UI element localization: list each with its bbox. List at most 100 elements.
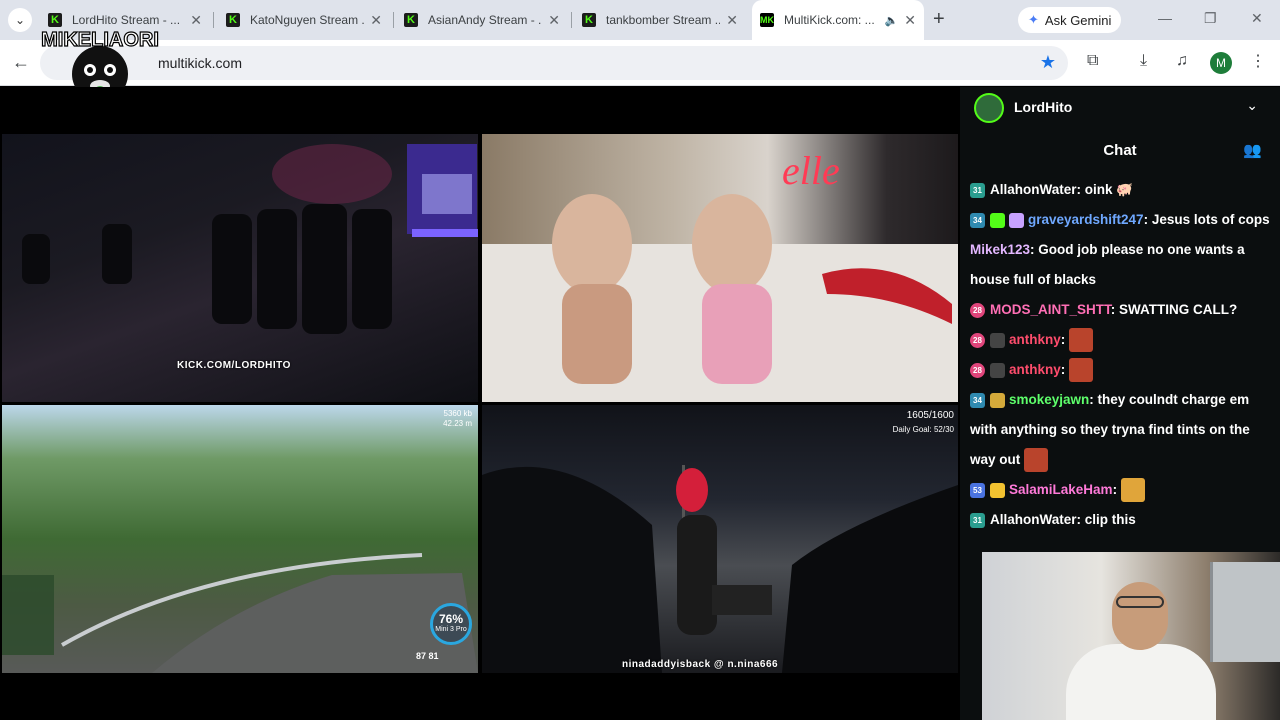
chat-text: oink [1084,182,1113,197]
gift-badge-icon [1009,212,1024,228]
stream-asianandy[interactable]: 5360 kb 42.23 m 76% Mini 3 Pro 87 81 [2,405,478,673]
user-badge-icon [990,392,1005,408]
kick-favicon-icon: K [404,13,418,27]
chat-username[interactable]: anthkny [1009,362,1061,377]
webcam-person [1066,644,1216,720]
sub-badge: 28 [970,362,985,378]
drone-stat: 5360 kb 42.23 m [443,409,472,428]
multikick-favicon-icon: MK [760,13,774,27]
chat-message: 28 anthkny: [970,355,1270,385]
chevron-down-icon[interactable]: ⌄ [1246,97,1258,114]
chevron-down-icon: ⌄ [14,13,26,27]
streamer-webcam [982,552,1280,720]
chat-username[interactable]: graveyardshift247 [1028,212,1144,227]
extensions-icon[interactable]: ⧉ [1087,52,1098,70]
channel-selector[interactable]: LordHito ⌄ [960,87,1280,129]
tab-katonguyen[interactable]: K KatoNguyen Stream ... ✕ [218,6,390,34]
tab-strip: ⌄ K LordHito Stream - ... ✕ K KatoNguyen… [0,0,1280,40]
drone-model: Mini 3 Pro [435,626,467,633]
bookmark-star-icon[interactable]: ★ [1040,52,1056,73]
stream-watermark: ninadaddyisback @ n.nina666 [622,659,779,670]
user-badge-icon [990,362,1005,378]
download-icon[interactable]: ⤓ [1140,52,1147,70]
tab-multikick[interactable]: MK MultiKick.com: ... 🔈 ✕ [752,0,924,40]
webcam-person-head [1112,582,1168,650]
chat-title: Chat [1103,142,1137,159]
crown-badge-icon [990,482,1005,498]
chat-text: clip this [1084,512,1136,527]
chat-username[interactable]: Mikek123 [970,242,1030,257]
close-icon[interactable]: ✕ [548,12,560,29]
chat-message: 31 AllahonWater: clip this [970,505,1270,535]
close-icon[interactable]: ✕ [904,12,916,29]
background-shelf [1210,562,1280,662]
face-emote-icon [1024,448,1049,473]
tab-divider [213,12,214,28]
daily-goal: Daily Goal: 52/30 [892,425,954,434]
chat-messages: 31 AllahonWater: oink 🐖 34 graveyardshift2… [970,175,1270,550]
ask-gemini-button[interactable]: ✦ Ask Gemini [1018,7,1122,33]
chat-username[interactable]: MODS_AINT_SHTT [990,302,1111,317]
sub-badge: 28 [970,332,985,348]
new-tab-button[interactable]: + [933,9,945,29]
stream-katonguyen[interactable]: elle [482,134,958,402]
svg-text:MIKELIAORI: MIKELIAORI [41,29,159,51]
svg-text:elle: elle [782,148,840,193]
pig-emote-icon: 🐖 [1116,182,1134,197]
kick-badge-icon [990,212,1005,228]
stream-lordhito[interactable]: KICK.COM/LORDHITO [2,134,478,402]
tab-tankbomber[interactable]: K tankbomber Stream ... ✕ [574,6,746,34]
tab-title: tankbomber Stream ... [606,13,721,27]
stream-tankbomber[interactable]: 1605/1600 Daily Goal: 52/30 ninadaddyisb… [482,405,958,673]
sub-badge: 34 [970,212,985,228]
close-icon[interactable]: ✕ [726,12,738,29]
media-control-icon[interactable]: ♫ [1176,52,1188,70]
user-badge-icon [990,332,1005,348]
chat-message: 28 anthkny: [970,325,1270,355]
emote-icon [1120,478,1145,503]
users-icon[interactable]: 👥 [1243,141,1262,159]
speaker-icon[interactable]: 🔈 [885,14,899,27]
kick-favicon-icon: K [226,13,240,27]
sub-badge: 28 [970,302,985,318]
battery-percent: 76% [438,612,464,626]
close-window-icon[interactable]: ✕ [1251,10,1263,27]
viewer-counts: 87 81 [416,651,439,661]
chat-username[interactable]: SalamiLakeHam [1009,482,1113,497]
address-bar[interactable]: multikick.com ★ [40,46,1068,80]
url-text[interactable]: multikick.com [158,55,242,71]
chat-message: 28 MODS_AINT_SHTT: SWATTING CALL? [970,295,1270,325]
chat-message: 34 smokeyjawn: they coulndt charge em wit… [970,385,1270,475]
back-arrow-icon[interactable]: ← [12,52,30,73]
profile-avatar[interactable]: M [1210,52,1232,74]
chat-username[interactable]: smokeyjawn [1009,392,1089,407]
tab-divider [571,12,572,28]
tab-asianandy[interactable]: K AsianAndy Stream - ... ✕ [396,6,568,34]
battery-gauge: 76% Mini 3 Pro [430,603,472,645]
close-icon[interactable]: ✕ [190,12,202,29]
chat-title-bar: Chat 👥 [960,129,1280,173]
chat-username[interactable]: anthkny [1009,332,1061,347]
tab-search-button[interactable]: ⌄ [8,8,32,32]
chat-username[interactable]: AllahonWater [990,512,1077,527]
chat-message: 31 AllahonWater: oink 🐖 [970,175,1270,205]
chat-text: Jesus lots of cops [1151,212,1270,227]
plus-icon: + [933,8,945,30]
face-emote-icon [1069,358,1094,383]
sub-counter: 1605/1600 Daily Goal: 52/30 [893,409,954,437]
glasses-icon [1116,596,1164,608]
sub-badge: 31 [970,182,985,198]
channel-name: LordHito [1014,99,1073,115]
face-emote-icon [1069,328,1094,353]
chat-username[interactable]: AllahonWater [990,182,1077,197]
sub-badge: 53 [970,482,985,498]
ask-gemini-label: Ask Gemini [1044,12,1112,28]
restore-icon[interactable]: ❐ [1204,10,1217,27]
menu-kebab-icon[interactable]: ⋮ [1250,51,1266,71]
chat-message: 53 SalamiLakeHam: [970,475,1270,505]
video-grid: KICK.COM/LORDHITO elle 5360 kb 42.23 m 76… [0,87,960,720]
sub-badge: 34 [970,392,985,408]
minimize-icon[interactable]: — [1158,10,1172,26]
tab-title: AsianAndy Stream - ... [428,13,543,27]
close-icon[interactable]: ✕ [370,12,382,29]
